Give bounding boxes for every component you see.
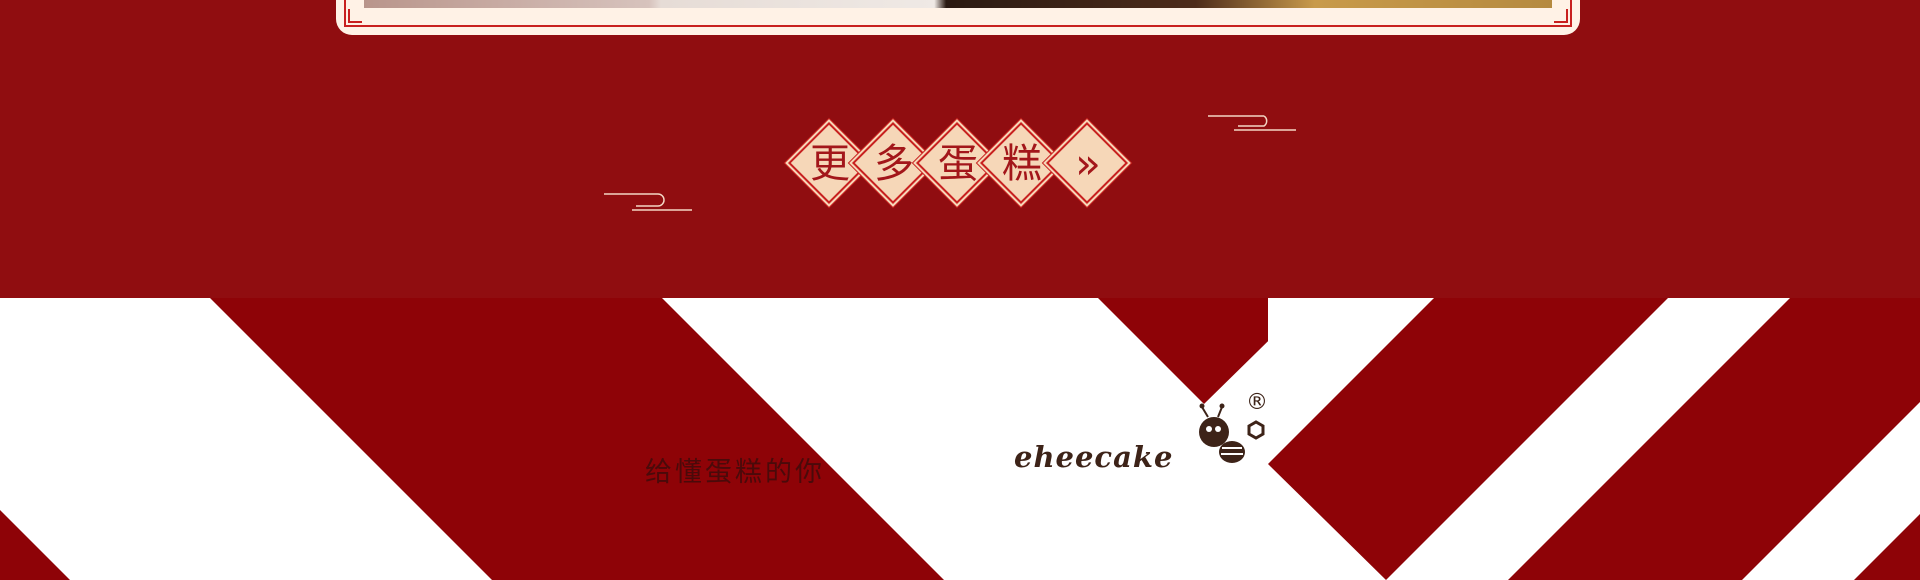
stripe-chevron-overlay bbox=[1268, 464, 1386, 580]
fret-corner-left bbox=[348, 9, 362, 23]
double-chevron-right-icon: » bbox=[1075, 139, 1101, 188]
product-photo-card[interactable] bbox=[336, 0, 1580, 35]
more-cakes-button[interactable]: 更 多 蛋 糕 » bbox=[787, 121, 1130, 206]
cloud-ornament-left bbox=[604, 193, 692, 211]
more-cakes-tile-arrow: » bbox=[1045, 121, 1130, 206]
card-decorative-frame bbox=[344, 0, 1572, 27]
footer-tagline: 给懂蛋糕的你 bbox=[645, 457, 825, 488]
brand-wordmark: eheecake bbox=[1014, 440, 1174, 474]
registered-trademark: ® bbox=[1246, 390, 1268, 415]
fret-corner-right bbox=[1554, 9, 1568, 23]
cloud-ornament-right bbox=[1208, 115, 1296, 131]
brand-logo[interactable]: ® eheecake bbox=[1010, 390, 1276, 488]
